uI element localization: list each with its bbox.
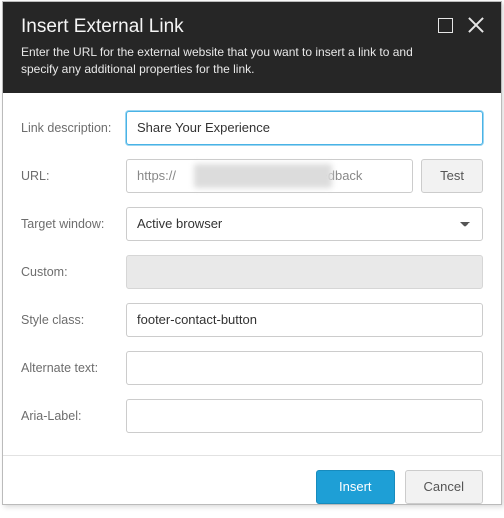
label-aria-label: Aria-Label: [21,409,126,423]
row-aria-label: Aria-Label: [21,399,483,433]
label-target-window: Target window: [21,217,126,231]
label-url: URL: [21,169,126,183]
label-style-class: Style class: [21,313,126,327]
target-window-select[interactable]: Active browser [126,207,483,241]
cancel-button[interactable]: Cancel [405,470,483,504]
link-description-input[interactable] [126,111,483,145]
insert-external-link-dialog: Insert External Link Enter the URL for t… [2,1,502,505]
dialog-title: Insert External Link [21,16,483,38]
custom-field [126,255,483,289]
dialog-description: Enter the URL for the external website t… [21,44,431,79]
insert-button[interactable]: Insert [316,470,395,504]
window-controls [438,16,485,34]
row-link-description: Link description: [21,111,483,145]
dialog-footer: Insert Cancel [3,455,501,518]
alternate-text-input[interactable] [126,351,483,385]
test-button[interactable]: Test [421,159,483,193]
dialog-header: Insert External Link Enter the URL for t… [3,2,501,93]
row-target-window: Target window: Active browser [21,207,483,241]
aria-label-input[interactable] [126,399,483,433]
row-style-class: Style class: [21,303,483,337]
dialog-body: Link description: URL: Test Target windo… [3,93,501,455]
close-icon[interactable] [467,16,485,34]
label-alternate-text: Alternate text: [21,361,126,375]
url-input[interactable] [126,159,413,193]
maximize-icon[interactable] [438,18,453,33]
row-custom: Custom: [21,255,483,289]
label-custom: Custom: [21,265,126,279]
row-url: URL: Test [21,159,483,193]
style-class-input[interactable] [126,303,483,337]
row-alternate-text: Alternate text: [21,351,483,385]
label-link-description: Link description: [21,121,126,135]
